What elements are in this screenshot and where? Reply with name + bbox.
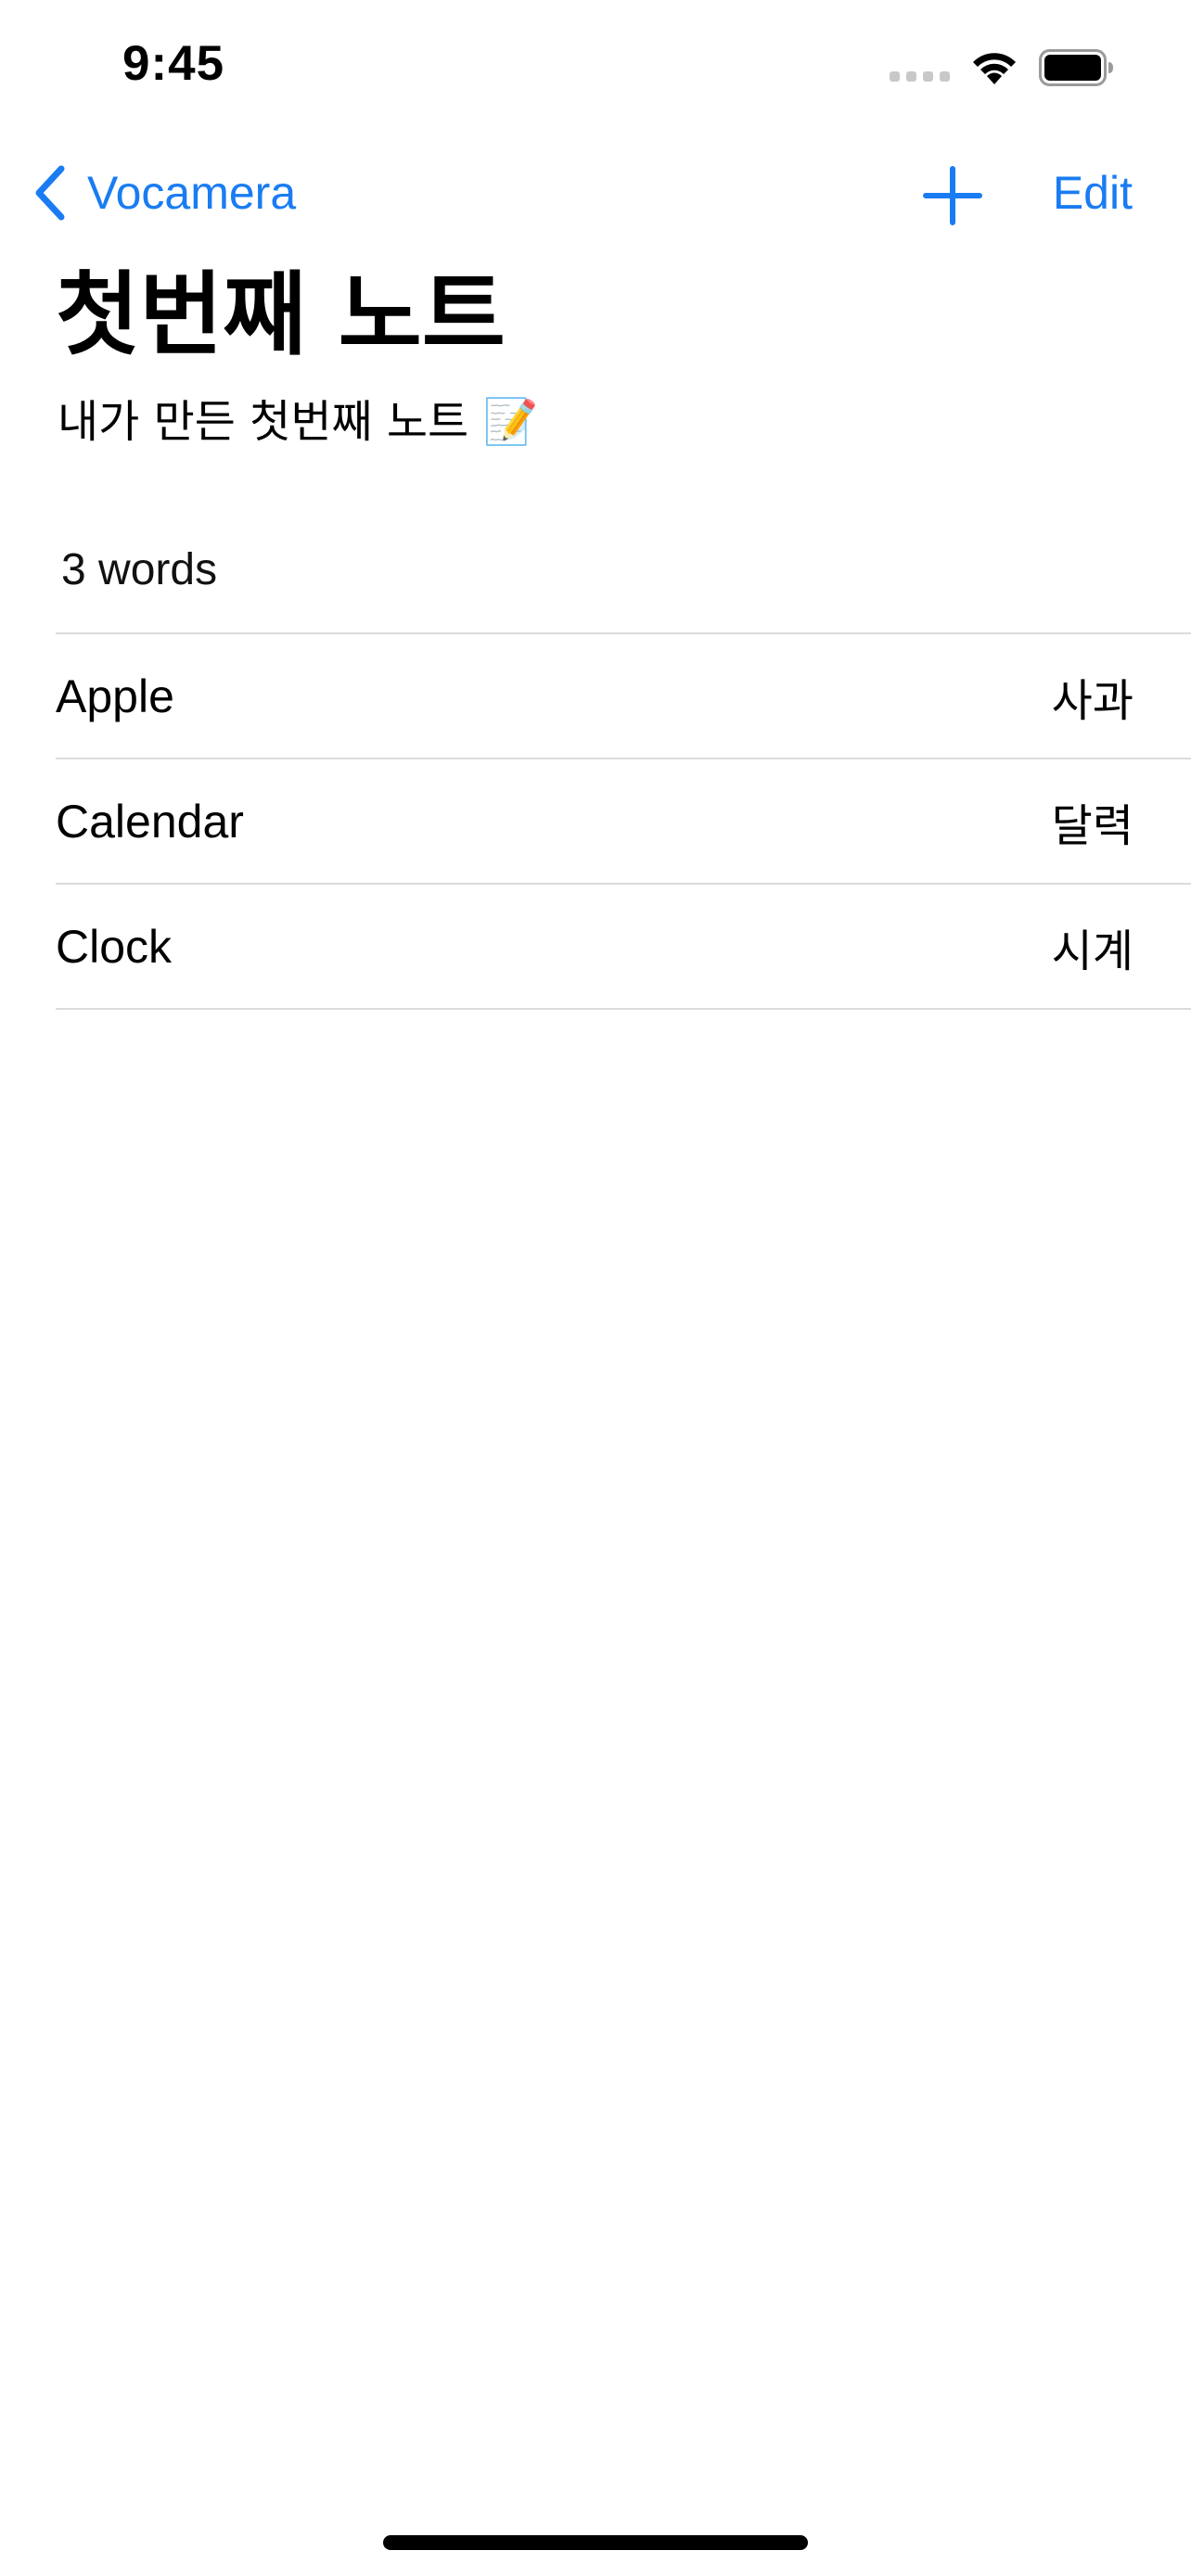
status-bar: 9:45 bbox=[0, 0, 1191, 139]
word-count: 3 words bbox=[61, 545, 218, 594]
word-term: Clock bbox=[56, 920, 173, 973]
word-row[interactable]: Clock 시계 bbox=[56, 885, 1191, 1010]
add-word-button[interactable] bbox=[920, 163, 985, 228]
page-title: 첫번째 노트 bbox=[56, 262, 506, 368]
wifi-icon bbox=[973, 53, 1016, 84]
word-meaning: 달력 bbox=[1051, 799, 1133, 852]
home-indicator[interactable] bbox=[383, 2535, 808, 2550]
word-row[interactable]: Apple 사과 bbox=[56, 634, 1191, 759]
word-row[interactable]: Calendar 달력 bbox=[56, 759, 1191, 885]
page-subtitle: 내가 만든 첫번째 노트 📝 bbox=[58, 396, 539, 448]
word-term: Apple bbox=[56, 670, 174, 722]
battery-icon bbox=[1039, 49, 1113, 86]
cellular-signal-icon bbox=[890, 55, 950, 82]
word-meaning: 시계 bbox=[1051, 925, 1133, 977]
status-icons bbox=[890, 45, 1115, 91]
word-meaning: 사과 bbox=[1051, 674, 1133, 727]
word-list: Apple 사과 Calendar 달력 Clock 시계 bbox=[56, 632, 1191, 1010]
word-term: Calendar bbox=[56, 795, 244, 848]
status-time: 9:45 bbox=[122, 36, 225, 91]
edit-button[interactable]: Edit bbox=[1053, 159, 1133, 226]
back-button[interactable]: Vocamera bbox=[33, 159, 296, 226]
plus-icon bbox=[923, 166, 982, 225]
navigation-bar: Vocamera Edit bbox=[0, 148, 1191, 236]
back-button-label: Vocamera bbox=[87, 167, 297, 219]
chevron-left-icon bbox=[35, 165, 65, 221]
